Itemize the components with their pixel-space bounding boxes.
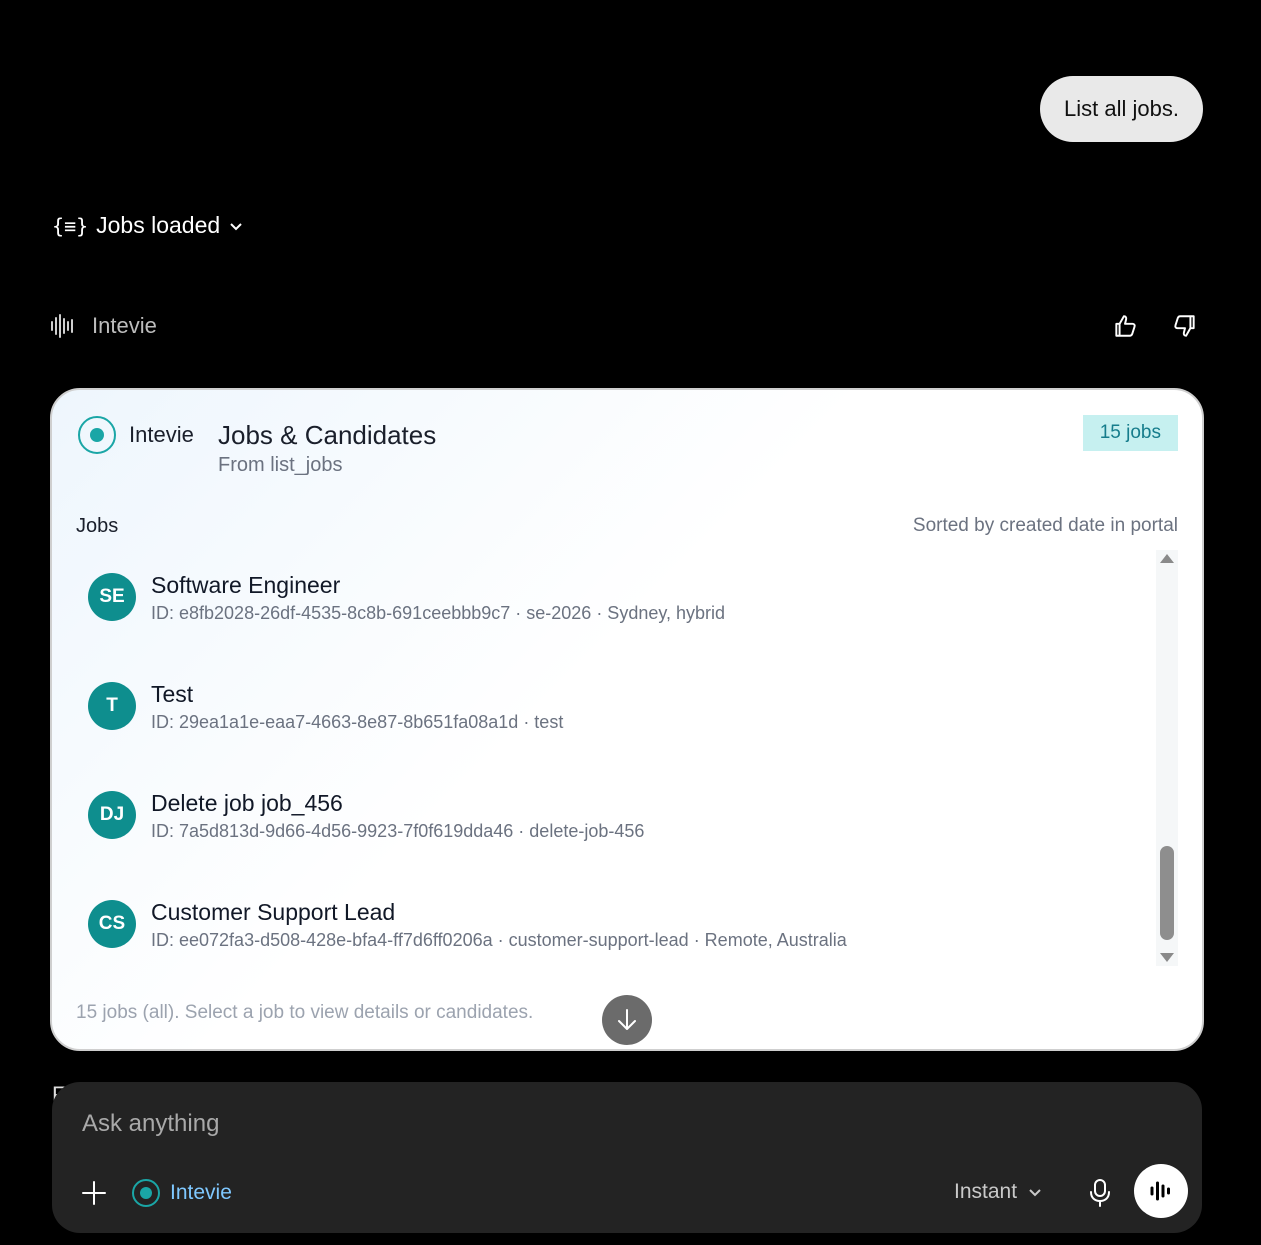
feedback-buttons [1109, 310, 1201, 342]
brand-logo-icon [78, 416, 116, 454]
job-title: Software Engineer [151, 572, 341, 598]
job-meta: ID: e8fb2028-26df-4535-8c8b-691ceebbb9c7… [151, 603, 726, 623]
tool-status-toggle[interactable]: {≡} Jobs loaded [52, 212, 244, 239]
thumbs-up-icon[interactable] [1109, 310, 1141, 342]
job-list-item[interactable]: T Test ID: 29ea1a1e-eaa7-4663-8e87-8b651… [88, 669, 1148, 778]
job-meta: ID: 29ea1a1e-eaa7-4663-8e87-8b651fa08a1d… [151, 712, 564, 732]
thumbs-down-icon[interactable] [1169, 310, 1201, 342]
card-footer-note: 15 jobs (all). Select a job to view deta… [76, 1002, 534, 1023]
avatar: T [88, 682, 136, 730]
avatar: SE [88, 573, 136, 621]
scroll-up-arrow-icon[interactable] [1160, 554, 1174, 563]
waveform-icon [51, 314, 73, 338]
job-meta: ID: ee072fa3-d508-428e-bfa4-ff7d6ff0206a… [151, 930, 847, 950]
card-title: Jobs & Candidates [218, 420, 437, 450]
job-list: SE Software Engineer ID: e8fb2028-26df-4… [88, 560, 1148, 996]
assistant-header: Intevie [50, 306, 1201, 346]
job-list-item[interactable]: SE Software Engineer ID: e8fb2028-26df-4… [88, 560, 1148, 669]
user-message-text: List all jobs. [1064, 96, 1179, 121]
tool-chip-label: Intevie [170, 1181, 232, 1204]
scrollbar-thumb[interactable] [1160, 846, 1174, 940]
jobs-card: Intevie Jobs & Candidates From list_jobs… [50, 388, 1204, 1051]
voice-waveform-icon [1150, 1181, 1170, 1201]
card-brand-label: Intevie [129, 422, 194, 447]
braces-icon: {≡} [52, 213, 89, 238]
job-list-scrollbar[interactable] [1156, 550, 1178, 966]
tool-status-label: Jobs loaded [96, 212, 221, 238]
mode-select-label: Instant [954, 1180, 1018, 1203]
job-meta: ID: 7a5d813d-9d66-4d56-9923-7f0f619dda46… [151, 821, 645, 841]
microphone-icon[interactable] [1085, 1177, 1115, 1209]
avatar: DJ [88, 791, 136, 839]
chevron-down-icon [230, 222, 242, 230]
user-message-bubble: List all jobs. [1040, 76, 1203, 142]
card-subtitle: From list_jobs [218, 454, 343, 476]
avatar: CS [88, 900, 136, 948]
message-composer: Intevie Instant [52, 1082, 1202, 1233]
job-list-item[interactable]: DJ Delete job job_456 ID: 7a5d813d-9d66-… [88, 778, 1148, 887]
brand-logo-icon [132, 1179, 160, 1207]
mode-select[interactable]: Instant [954, 1180, 1043, 1204]
sort-note: Sorted by created date in portal [912, 515, 1178, 536]
chevron-down-icon [1029, 1189, 1041, 1197]
job-list-item[interactable]: CS Customer Support Lead ID: ee072fa3-d5… [88, 887, 1148, 996]
job-title: Delete job job_456 [151, 790, 343, 816]
jobs-count-badge: 15 jobs [1082, 415, 1178, 451]
tool-chip[interactable]: Intevie [132, 1179, 232, 1207]
job-title: Customer Support Lead [151, 899, 396, 925]
arrow-down-icon [618, 1009, 636, 1030]
assistant-name: Intevie [92, 313, 157, 338]
message-input[interactable] [82, 1110, 982, 1138]
scroll-to-bottom-button[interactable] [602, 995, 652, 1045]
section-label: Jobs [76, 515, 119, 537]
plus-icon[interactable] [80, 1179, 108, 1207]
job-title: Test [151, 681, 194, 707]
voice-mode-button[interactable] [1134, 1164, 1188, 1218]
scroll-down-arrow-icon[interactable] [1160, 953, 1174, 962]
card-brand: Intevie [78, 416, 194, 454]
